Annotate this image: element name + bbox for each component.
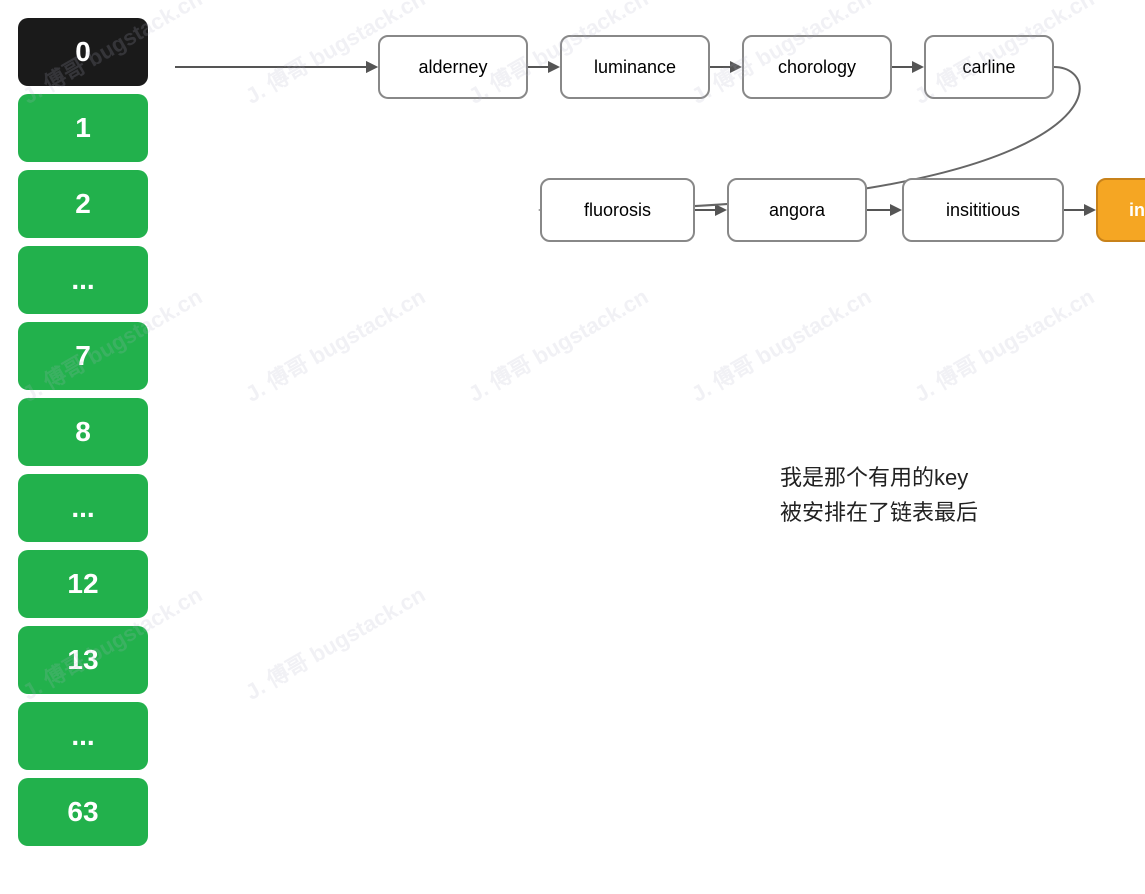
bucket-8: 8: [18, 398, 148, 466]
node-insincere: insincere: [1096, 178, 1145, 242]
bucket-63: 63: [18, 778, 148, 846]
annotation-line2: 被安排在了链表最后: [780, 500, 978, 525]
annotation-line1: 我是那个有用的key: [780, 465, 968, 490]
bucket-...: ...: [18, 702, 148, 770]
sidebar: 012...78...1213...63: [18, 18, 148, 846]
node-luminance: luminance: [560, 35, 710, 99]
bucket-...: ...: [18, 474, 148, 542]
diagram: alderney luminance chorology carline fluoros…: [170, 0, 1145, 894]
bucket-2: 2: [18, 170, 148, 238]
bucket-7: 7: [18, 322, 148, 390]
arrow-canvas: [170, 0, 1145, 894]
node-insititious: insititious: [902, 178, 1064, 242]
bucket-13: 13: [18, 626, 148, 694]
node-angora: angora: [727, 178, 867, 242]
node-fluorosis: fluorosis: [540, 178, 695, 242]
bucket-1: 1: [18, 94, 148, 162]
bucket-0: 0: [18, 18, 148, 86]
bucket-...: ...: [18, 246, 148, 314]
annotation: 我是那个有用的key 被安排在了链表最后: [780, 460, 978, 530]
node-carline: carline: [924, 35, 1054, 99]
bucket-12: 12: [18, 550, 148, 618]
node-alderney: alderney: [378, 35, 528, 99]
node-chorology: chorology: [742, 35, 892, 99]
